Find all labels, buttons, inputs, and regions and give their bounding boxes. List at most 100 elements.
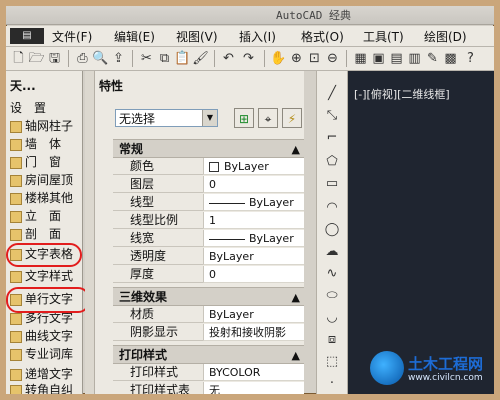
publish-icon[interactable]: ⇪ <box>110 50 127 67</box>
new-file-icon[interactable]: 🗋 <box>10 50 27 67</box>
print-preview-icon[interactable]: 🔍 <box>92 50 109 67</box>
save-icon[interactable]: 🖫 <box>46 50 63 67</box>
design-center-icon[interactable]: ▣ <box>370 50 387 67</box>
palette-item-curved-text[interactable]: 曲线文字 <box>10 327 80 345</box>
insert-block-icon[interactable]: ⧈ <box>323 331 341 349</box>
menu-edit[interactable]: 编辑(E) <box>114 28 155 45</box>
selection-value: 无选择 <box>119 112 156 126</box>
spline-icon[interactable]: ∿ <box>323 265 341 283</box>
prop-row-shadow-display[interactable]: 阴影显示 投射和接收阴影 <box>113 324 304 342</box>
menu-tools[interactable]: 工具(T) <box>363 28 404 45</box>
rectangle-icon[interactable]: ▭ <box>323 175 341 193</box>
prop-value[interactable]: 0 <box>203 176 304 193</box>
palette-item-rotate-text[interactable]: 转角自纠 <box>10 381 80 394</box>
palette-item-rooms-roofs[interactable]: 房间屋顶 <box>10 171 80 189</box>
redo-icon[interactable]: ↷ <box>240 50 257 67</box>
construction-line-icon[interactable]: ⤡ <box>323 107 341 125</box>
folder-icon <box>10 174 22 187</box>
section-3d-effects[interactable]: 三维效果 ▲ <box>113 287 304 306</box>
toolbar-separator <box>214 50 215 67</box>
palette-item-walls[interactable]: 墙 体 <box>10 135 80 153</box>
point-icon[interactable]: · <box>323 375 341 393</box>
palette-grip[interactable] <box>85 71 95 394</box>
prop-row-thickness[interactable]: 厚度 0 <box>113 266 304 284</box>
properties-icon[interactable]: ▦ <box>352 50 369 67</box>
pan-hand-icon[interactable]: ✋ <box>270 50 287 67</box>
undo-icon[interactable]: ↶ <box>220 50 237 67</box>
select-objects-button[interactable]: ⌖ <box>258 108 278 128</box>
sheet-set-icon[interactable]: ▥ <box>406 50 423 67</box>
match-properties-icon[interactable]: 🖌 <box>192 50 209 67</box>
prop-row-layer[interactable]: 图层 0 <box>113 176 304 194</box>
tool-palettes-icon[interactable]: ▤ <box>388 50 405 67</box>
palette-item-axis-columns[interactable]: 轴网柱子 <box>10 117 80 135</box>
zoom-previous-icon[interactable]: ⊖ <box>324 50 341 67</box>
prop-label: 打印样式 <box>113 364 203 381</box>
copy-icon[interactable]: ⧉ <box>156 50 173 67</box>
menu-view[interactable]: 视图(V) <box>176 28 218 45</box>
prop-value[interactable]: ByLayer <box>203 248 304 265</box>
prop-row-lineweight[interactable]: 线宽 ByLayer <box>113 230 304 248</box>
palette-item-label: 转角自纠 <box>25 383 74 394</box>
standard-toolbar: 🗋 🗁 🖫 ⎙ 🔍 ⇪ ✂ ⧉ 📋 🖌 ↶ ↷ ✋ ⊕ ⊡ ⊖ ▦ ▣ ▤ ▥ … <box>6 47 494 71</box>
toggle-pickadd-button[interactable]: ⊞ <box>234 108 254 128</box>
polygon-icon[interactable]: ⬠ <box>323 153 341 171</box>
palette-item-glossary[interactable]: 专业词库 <box>10 345 80 363</box>
prop-row-linetype-scale[interactable]: 线型比例 1 <box>113 212 304 230</box>
palette-item-label: 文字样式 <box>25 269 74 283</box>
ellipse-arc-icon[interactable]: ◡ <box>323 309 341 327</box>
prop-value[interactable]: 投射和接收阴影 <box>203 324 304 341</box>
prop-row-material[interactable]: 材质 ByLayer <box>113 306 304 324</box>
prop-value[interactable]: ByLayer <box>203 158 304 175</box>
menu-draw[interactable]: 绘图(D) <box>424 28 467 45</box>
section-plot-style[interactable]: 打印样式 ▲ <box>113 345 304 364</box>
menu-insert[interactable]: 插入(I) <box>239 28 276 45</box>
selection-dropdown[interactable]: 无选择 ▼ <box>115 109 218 127</box>
markup-icon[interactable]: ✎ <box>424 50 441 67</box>
palette-item-text-style[interactable]: 文字样式 <box>10 267 80 285</box>
quick-select-button[interactable]: ⚡ <box>282 108 302 128</box>
viewport-label[interactable]: [-][俯视][二维线框] <box>354 86 450 102</box>
prop-row-plot-style-table[interactable]: 打印样式表无 <box>113 382 304 394</box>
app-menu-button[interactable]: ▤ <box>10 28 44 44</box>
print-icon[interactable]: ⎙ <box>74 50 91 67</box>
section-title: 常规 <box>119 142 144 156</box>
drawing-canvas[interactable]: [-][俯视][二维线框] <box>348 71 494 394</box>
ellipse-icon[interactable]: ⬭ <box>323 287 341 305</box>
calculator-icon[interactable]: ▩ <box>442 50 459 67</box>
prop-value[interactable]: ByLayer <box>203 306 304 323</box>
zoom-window-icon[interactable]: ⊡ <box>306 50 323 67</box>
paste-icon[interactable]: 📋 <box>174 50 191 67</box>
palette-item-stairs-other[interactable]: 楼梯其他 <box>10 189 80 207</box>
folder-icon <box>10 192 22 205</box>
prop-value[interactable]: 0 <box>203 266 304 283</box>
polyline-icon[interactable]: ⌐ <box>323 129 341 147</box>
make-block-icon[interactable]: ⬚ <box>323 353 341 371</box>
section-general[interactable]: 常规 ▲ <box>113 139 304 158</box>
prop-row-linetype[interactable]: 线型 ByLayer <box>113 194 304 212</box>
palette-item-label: 设 置 <box>10 101 47 115</box>
palette-item-elevation[interactable]: 立 面 <box>10 207 80 225</box>
palette-item-section[interactable]: 剖 面 <box>10 225 80 243</box>
palette-item-settings[interactable]: 设 置 <box>10 99 80 117</box>
cut-icon[interactable]: ✂ <box>138 50 155 67</box>
zoom-realtime-icon[interactable]: ⊕ <box>288 50 305 67</box>
line-icon[interactable]: ╱ <box>323 85 341 103</box>
prop-value[interactable]: BYCOLOR <box>203 364 304 381</box>
menu-file[interactable]: 文件(F) <box>52 28 92 45</box>
help-icon[interactable]: ? <box>462 50 479 67</box>
circle-icon[interactable]: ◯ <box>323 221 341 239</box>
prop-value[interactable]: 无 <box>203 382 304 394</box>
prop-value[interactable]: ByLayer <box>203 194 304 211</box>
open-folder-icon[interactable]: 🗁 <box>28 50 45 67</box>
menu-format[interactable]: 格式(O) <box>301 28 344 45</box>
revision-cloud-icon[interactable]: ☁ <box>323 243 341 261</box>
prop-row-color[interactable]: 颜色 ByLayer <box>113 158 304 176</box>
prop-value[interactable]: ByLayer <box>203 230 304 247</box>
prop-value[interactable]: 1 <box>203 212 304 229</box>
prop-row-plot-style[interactable]: 打印样式 BYCOLOR <box>113 364 304 382</box>
palette-item-doors-windows[interactable]: 门 窗 <box>10 153 80 171</box>
chevron-down-icon[interactable]: ▼ <box>202 110 217 126</box>
prop-row-transparency[interactable]: 透明度 ByLayer <box>113 248 304 266</box>
arc-icon[interactable]: ◠ <box>323 199 341 217</box>
